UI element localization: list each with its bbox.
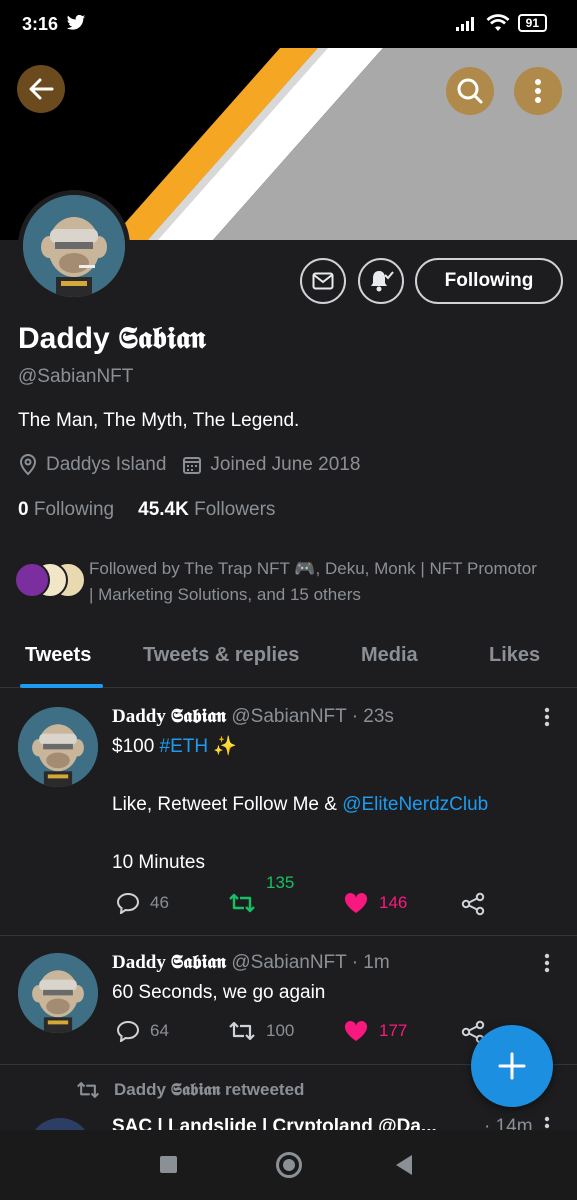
bell-check-icon [371, 271, 394, 292]
signal-icon [455, 17, 474, 31]
retweet-icon [76, 1082, 100, 1098]
ape-avatar-image [18, 707, 98, 787]
tweet-time: · 14m [484, 1116, 533, 1130]
reply-button[interactable]: 64 [116, 1020, 169, 1042]
tweet-author-name[interactable]: Daddy 𝕾𝖆𝖇𝖎𝖆𝖓 [112, 952, 226, 973]
more-options-button[interactable] [514, 67, 562, 115]
profile-location: Daddys Island [46, 454, 167, 475]
tab-tweets-replies[interactable]: Tweets & replies [143, 644, 299, 667]
battery-indicator: 91 [517, 14, 547, 32]
following-button[interactable]: Following [415, 258, 563, 304]
tweet-avatar[interactable] [18, 707, 98, 787]
reply-icon [116, 1020, 140, 1042]
tweet-header: Daddy 𝕾𝖆𝖇𝖎𝖆𝖓 @SabianNFT · 23s [112, 706, 394, 728]
recents-button[interactable] [160, 1156, 177, 1173]
tweet-item[interactable]: Daddy 𝕾𝖆𝖇𝖎𝖆𝖓 @SabianNFT · 23s $100 #ETH … [0, 689, 577, 936]
followed-by-text: Followed by The Trap NFT 🎮, Deku, Monk |… [89, 559, 537, 604]
mention-link[interactable]: @EliteNerdzClub [342, 794, 488, 815]
home-button[interactable] [276, 1152, 302, 1178]
tweet-item-partial[interactable]: SAC | Landslide | Cryptoland @Da... · 14… [0, 1110, 577, 1130]
location-pin-icon [19, 454, 37, 476]
ape-avatar-image [23, 195, 125, 297]
reply-icon [116, 892, 140, 914]
profile-tabs: Tweets Tweets & replies Media Likes [0, 630, 577, 688]
search-icon [457, 78, 483, 104]
more-vertical-icon [535, 79, 541, 103]
heart-icon [344, 892, 368, 913]
followers-count-link[interactable]: 45.4K Followers [138, 499, 275, 521]
mail-icon [312, 272, 334, 290]
notifications-button[interactable] [358, 258, 404, 304]
profile-display-name: Daddy 𝕾𝖆𝖇𝖎𝖆𝖓 [18, 322, 206, 355]
tweet-text: $100 #ETH ✨ Like, Retweet Follow Me & @E… [112, 736, 489, 873]
back-button[interactable] [17, 65, 65, 113]
tweet-author-name[interactable]: Daddy 𝕾𝖆𝖇𝖎𝖆𝖓 [112, 706, 226, 727]
status-time: 3:16 [22, 14, 59, 34]
plus-icon [498, 1052, 526, 1080]
tweet-avatar[interactable] [18, 953, 98, 1033]
profile-handle: @SabianNFT [18, 366, 134, 387]
ape-avatar-image [18, 953, 98, 1033]
twitter-notification-icon [66, 14, 86, 30]
tweet-handle-time: @SabianNFT · 23s [231, 706, 394, 727]
profile-joined-date: Joined June 2018 [210, 454, 361, 475]
profile-meta: Daddys Island Joined June 2018 [18, 454, 360, 476]
tweet-header: Daddy 𝕾𝖆𝖇𝖎𝖆𝖓 @SabianNFT · 1m [112, 952, 390, 974]
arrow-left-icon [29, 78, 54, 100]
tweet-more-icon[interactable] [540, 953, 554, 973]
share-button[interactable] [460, 892, 486, 916]
status-icons: 91 [455, 14, 547, 32]
retweeted-indicator: Daddy 𝕾𝖆𝖇𝖎𝖆𝖓 retweeted [76, 1080, 304, 1100]
followed-by-avatars [14, 562, 88, 600]
follow-counts: 0 Following 45.4K Followers [18, 499, 275, 521]
heart-icon [344, 1020, 368, 1041]
wifi-icon [486, 14, 510, 31]
system-back-button[interactable] [396, 1155, 412, 1175]
retweet-icon [229, 1021, 255, 1041]
calendar-icon [183, 457, 202, 474]
profile-bio: The Man, The Myth, The Legend. [18, 410, 300, 431]
message-button[interactable] [300, 258, 346, 304]
like-button[interactable]: 177 [343, 1020, 407, 1042]
compose-tweet-button[interactable] [471, 1025, 553, 1107]
status-bar: 3:16 91 [0, 0, 577, 48]
tweet-avatar [28, 1118, 92, 1130]
retweet-icon [229, 893, 255, 913]
hashtag-link[interactable]: #ETH [160, 736, 209, 757]
active-tab-indicator [20, 684, 103, 688]
like-button[interactable]: 146 [343, 892, 407, 914]
search-button[interactable] [446, 67, 494, 115]
tweet-more-icon[interactable] [540, 1116, 554, 1130]
profile-avatar[interactable] [18, 190, 130, 302]
tweet-header: SAC | Landslide | Cryptoland @Da... [112, 1116, 437, 1130]
tab-tweets[interactable]: Tweets [25, 644, 91, 667]
follower-avatar-the-trap [14, 562, 50, 598]
tweet-text: 60 Seconds, we go again [112, 982, 326, 1003]
system-navigation-bar [0, 1130, 577, 1200]
share-icon [461, 892, 485, 916]
tab-likes[interactable]: Likes [489, 644, 540, 667]
reply-button[interactable]: 46 [116, 892, 169, 914]
following-count-link[interactable]: 0 Following [18, 499, 114, 521]
retweet-button[interactable]: 135 [228, 873, 294, 914]
tab-media[interactable]: Media [361, 644, 418, 667]
tweet-actions: 46 135 146 [112, 873, 552, 922]
retweet-button[interactable]: 100 [228, 1020, 294, 1042]
tweet-more-icon[interactable] [540, 707, 554, 727]
tweet-handle-time: @SabianNFT · 1m [231, 952, 390, 973]
